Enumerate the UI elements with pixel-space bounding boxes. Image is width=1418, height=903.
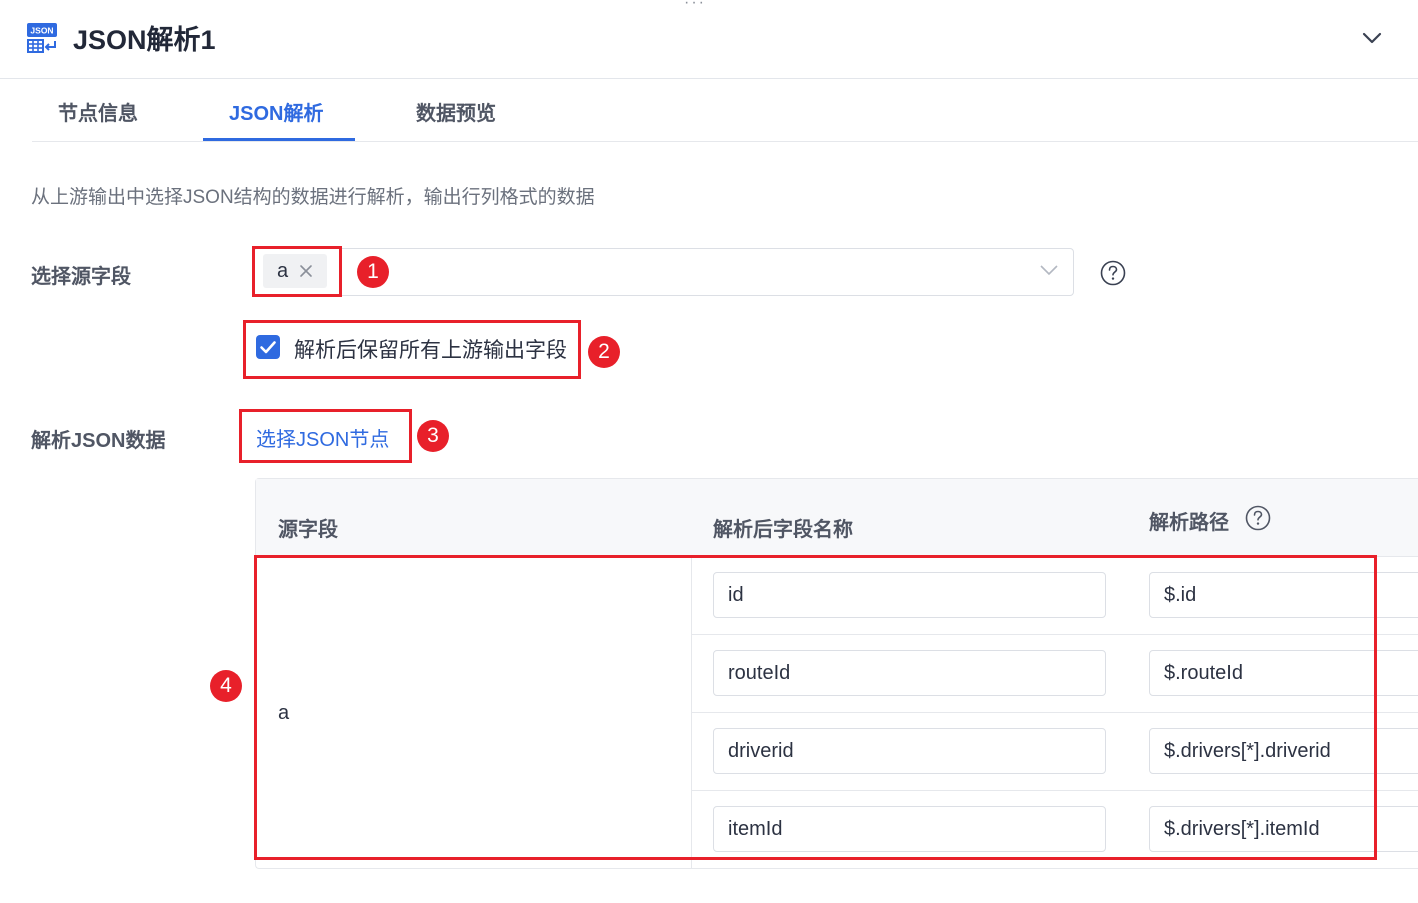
annotation-badge-2: 2 [588, 336, 620, 368]
annotation-box-4 [254, 555, 1377, 860]
tab-node-info[interactable]: 节点信息 [58, 97, 138, 126]
header-divider [0, 78, 1418, 79]
section-description: 从上游输出中选择JSON结构的数据进行解析，输出行列格式的数据 [31, 187, 595, 208]
node-title: JSON解析1 [73, 25, 216, 55]
select-chevron-down-icon[interactable] [1040, 264, 1058, 276]
tab-json-parse[interactable]: JSON解析 [229, 97, 323, 126]
annotation-box-2 [243, 320, 581, 379]
header-parsed-field-name: 解析后字段名称 [713, 519, 853, 541]
json-node-icon: JSON [27, 23, 57, 53]
header-source-field: 源字段 [278, 519, 338, 541]
active-tab-indicator [203, 138, 355, 141]
header-parse-path: 解析路径 [1149, 512, 1229, 534]
annotation-box-3 [239, 409, 412, 463]
annotation-badge-3: 3 [417, 420, 449, 452]
tabs-divider [32, 141, 1418, 142]
annotation-badge-4: 4 [210, 670, 242, 702]
drag-handle[interactable]: ··· [684, 0, 706, 12]
source-field-label: 选择源字段 [31, 266, 131, 288]
parse-json-label: 解析JSON数据 [31, 430, 166, 452]
chevron-down-icon[interactable] [1356, 24, 1388, 52]
question-circle-icon[interactable] [1100, 260, 1126, 286]
path-help-icon[interactable] [1245, 505, 1271, 531]
annotation-badge-1: 1 [357, 256, 389, 288]
json-icon-badge-text: JSON [30, 26, 53, 36]
annotation-box-1 [252, 246, 342, 297]
tab-data-preview[interactable]: 数据预览 [416, 97, 496, 126]
